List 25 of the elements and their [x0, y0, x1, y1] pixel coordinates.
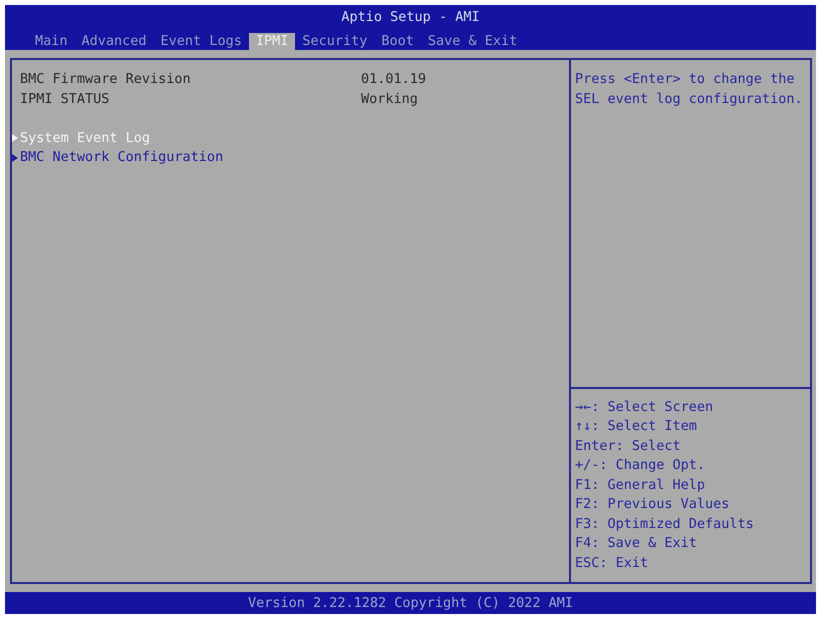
key-hint: F1: General Help — [575, 476, 706, 494]
status-bar: Version 2.22.1282 Copyright (C) 2022 AMI — [5, 592, 816, 614]
key-hint: ↑↓: Select Item — [575, 417, 698, 436]
triangle-icon — [12, 154, 18, 162]
menu-tab[interactable]: Event Logs — [154, 33, 249, 50]
help-text: Press <Enter> to change the SEL event log configuration. — [575, 70, 804, 108]
submenu-item[interactable]: BMC Network Configuration — [20, 148, 224, 168]
setting-value: Working — [361, 90, 418, 108]
key-hint: Enter: Select — [575, 436, 682, 456]
key-hint: F4: Save & Exit — [575, 534, 698, 553]
key-hint: →←: Select Screen — [575, 398, 714, 416]
setting-value: 01.01.19 — [361, 70, 426, 89]
key-hint: F3: Optimized Defaults — [575, 514, 755, 534]
menu-tab[interactable]: Security — [295, 33, 374, 50]
menu-tab[interactable]: Advanced — [74, 33, 154, 50]
menu-tab[interactable]: Main — [28, 33, 75, 50]
triangle-icon — [12, 134, 18, 142]
setting-label: BMC Firmware Revision — [20, 70, 192, 89]
key-hint: ESC: Exit — [575, 554, 650, 572]
setting-label: IPMI STATUS — [20, 90, 110, 108]
menu-tab[interactable]: Boot — [374, 33, 421, 50]
window-title: Aptio Setup - AMI — [341, 8, 480, 26]
key-hint: +/-: Change Opt. — [575, 456, 706, 475]
menu-tab[interactable]: Save & Exit — [420, 33, 524, 50]
key-hint: F2: Previous Values — [575, 495, 730, 514]
